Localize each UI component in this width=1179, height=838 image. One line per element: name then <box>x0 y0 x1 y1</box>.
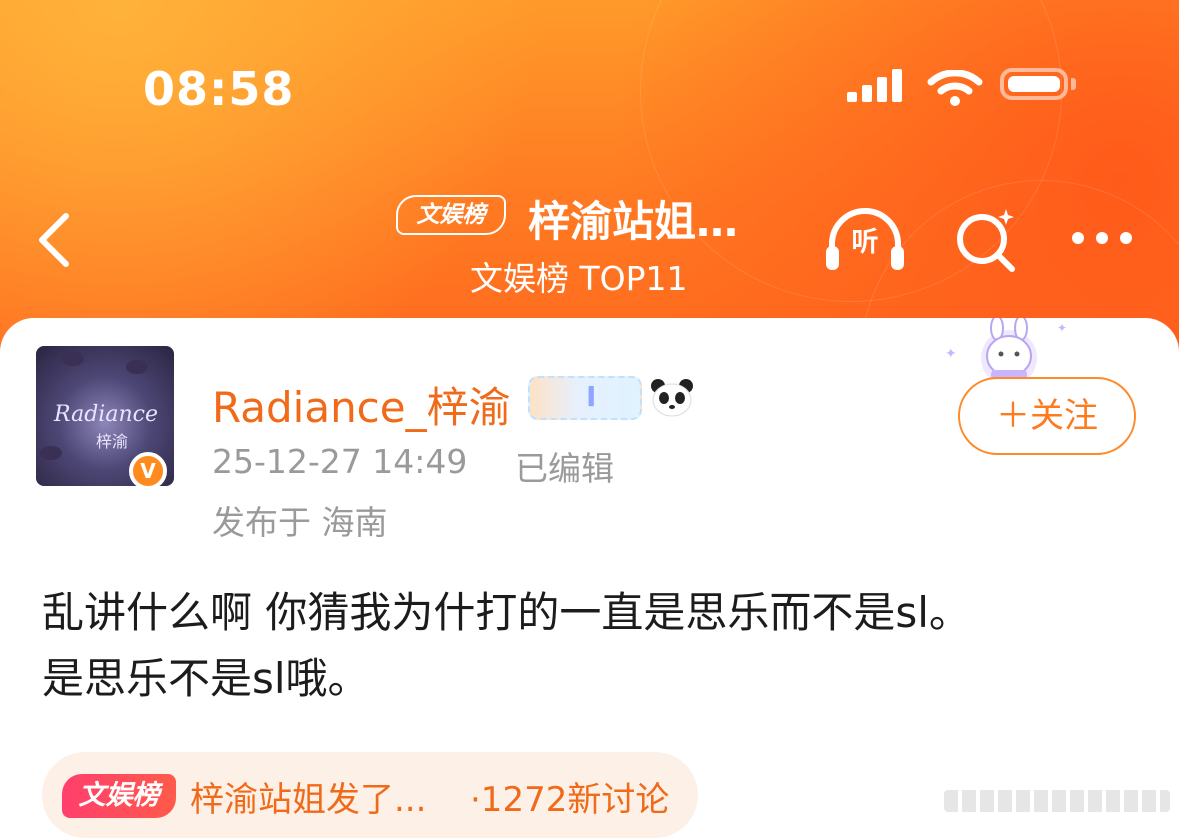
header: 08:58 文娱榜 梓渝站姐… 文娱榜 TOP11 听 <box>0 0 1179 360</box>
avatar-subtext: 梓渝 <box>96 432 129 451</box>
edited-label[interactable]: 已编辑 <box>515 442 614 490</box>
svg-text:✦: ✦ <box>945 346 957 362</box>
topic-tag: 文娱榜 <box>62 774 176 818</box>
avatar-text: Radiance <box>54 402 158 427</box>
post-timestamp: 25-12-27 14:49 <box>212 442 468 481</box>
post-content: 乱讲什么啊 你猜我为什打的一直是思乐而不是sl。 是思乐不是sl哦。 <box>42 580 1152 712</box>
status-time: 08:58 <box>143 62 295 116</box>
wifi-icon <box>927 70 983 106</box>
verified-badge: V <box>129 452 167 490</box>
status-icons <box>843 68 1083 108</box>
fan-badge-icon[interactable]: I <box>528 376 642 420</box>
topic-badge: 文娱榜 <box>396 195 506 235</box>
follow-button[interactable]: ＋关注 <box>958 377 1136 455</box>
svg-text:✦: ✦ <box>1057 321 1067 335</box>
page-subtitle[interactable]: 文娱榜 TOP11 <box>470 252 688 300</box>
topic-title[interactable]: 梓渝站姐发了... <box>190 772 426 821</box>
chevron-left-icon[interactable] <box>30 208 80 272</box>
search-icon[interactable] <box>950 205 1020 275</box>
listen-button[interactable]: 听 <box>824 206 906 272</box>
panda-icon <box>651 379 693 417</box>
post-location: 发布于 海南 <box>212 503 388 542</box>
more-dots-icon[interactable] <box>1070 228 1136 248</box>
username[interactable]: Radiance_梓渝 <box>212 374 511 435</box>
listen-label: 听 <box>851 227 879 258</box>
page-title: 梓渝站姐… <box>528 197 739 246</box>
post-content-line: 乱讲什么啊 你猜我为什打的一直是思乐而不是sl。 <box>42 588 971 637</box>
bunny-sticker-icon: ✦ ✦ <box>945 318 1067 384</box>
topic-discussion-count: ·1272新讨论 <box>470 780 670 820</box>
cellular-signal-icon <box>843 68 907 108</box>
post-content-line: 是思乐不是sl哦。 <box>42 654 370 703</box>
watermark <box>944 790 1170 812</box>
